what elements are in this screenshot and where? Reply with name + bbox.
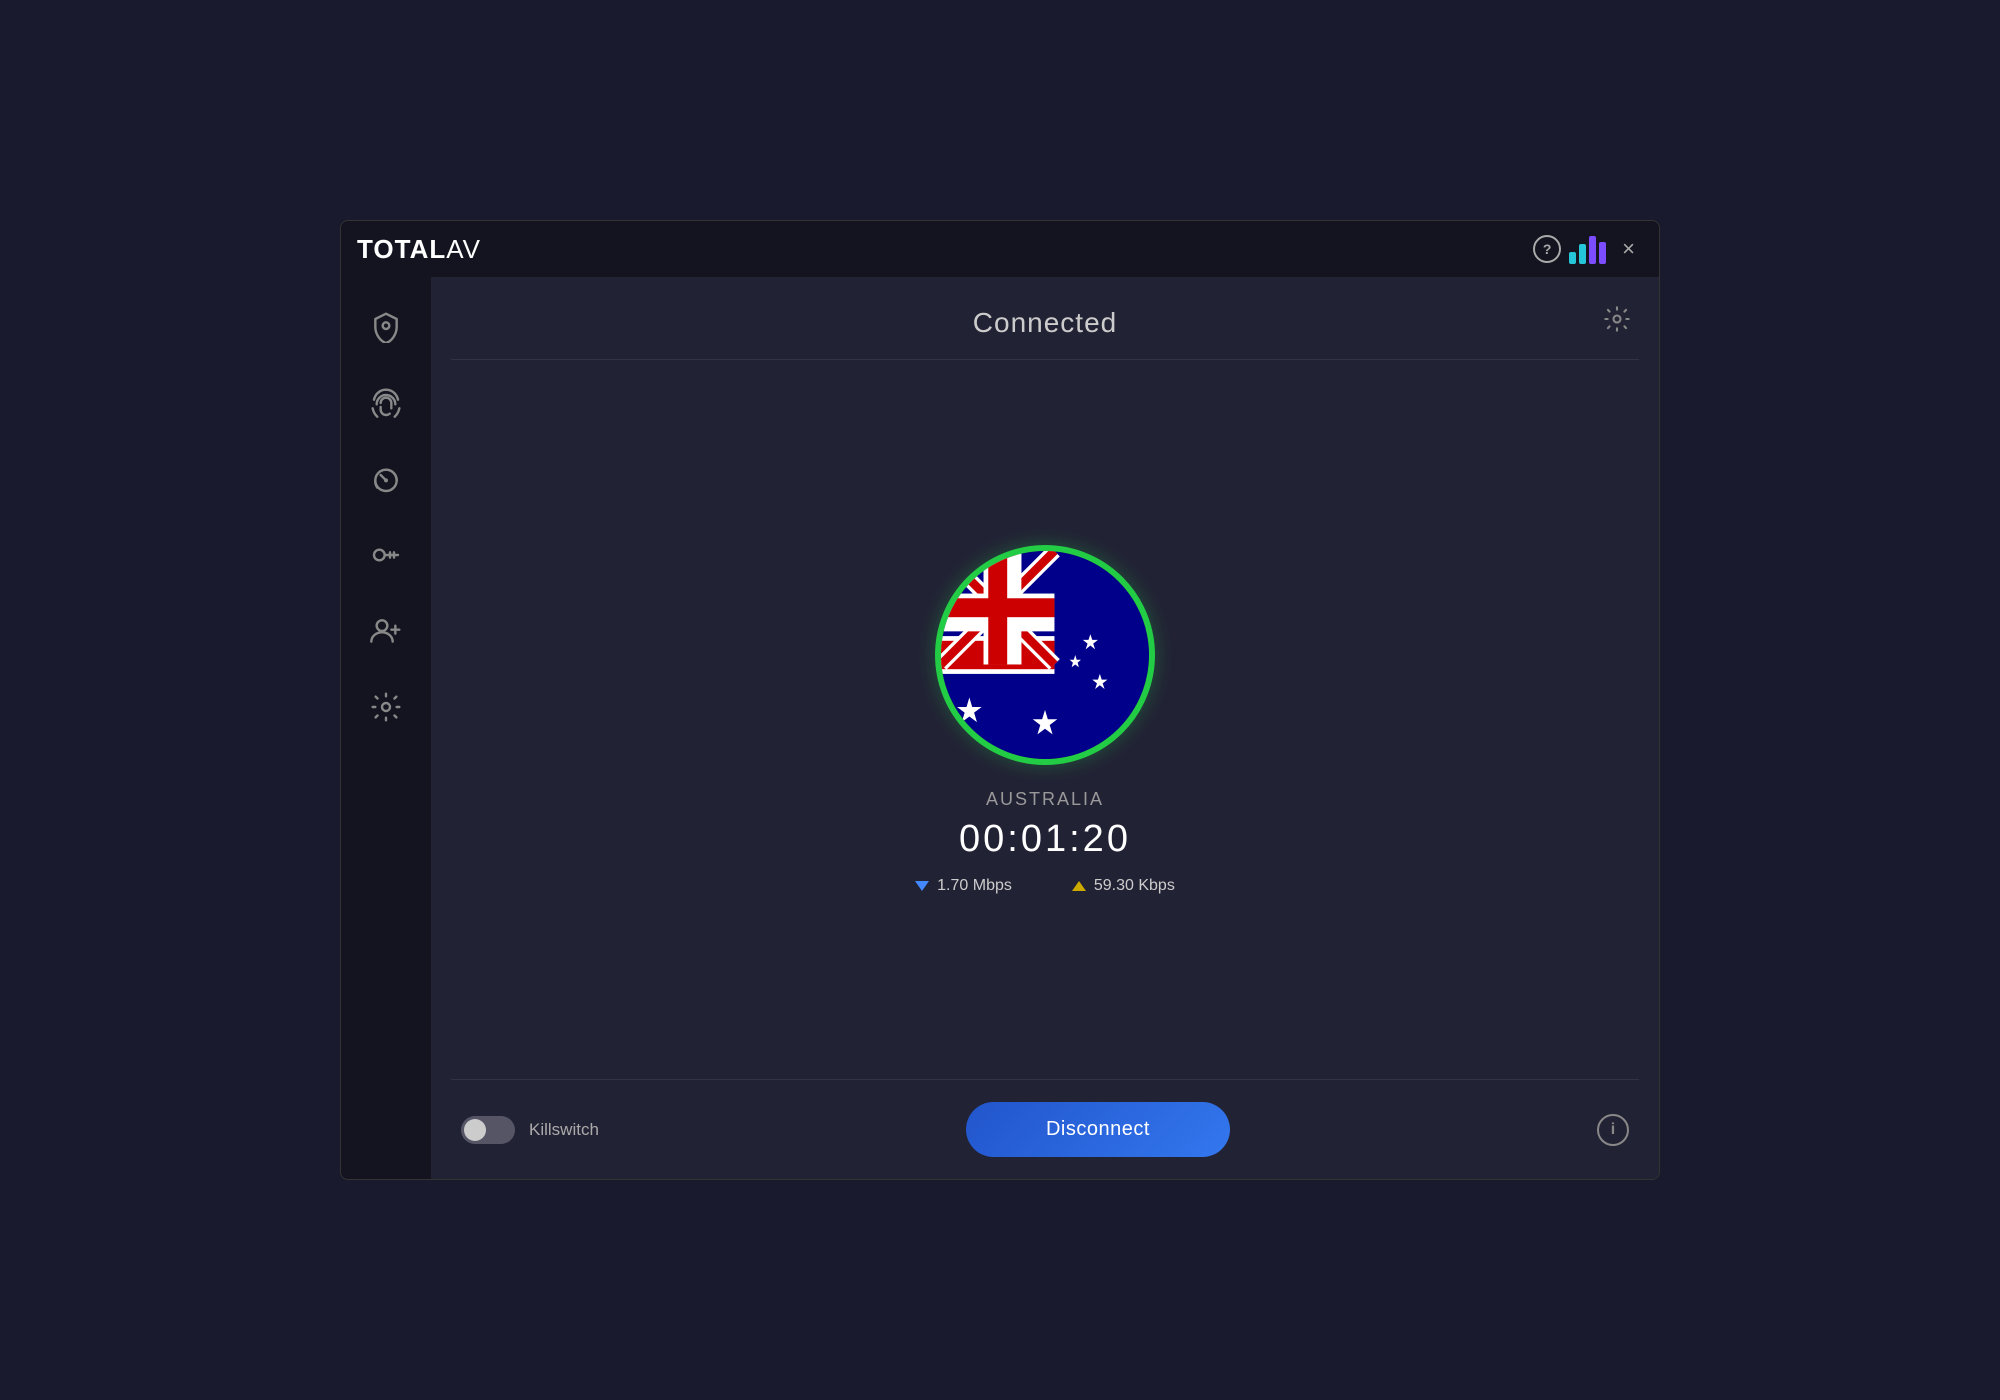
sidebar-item-scan[interactable] (356, 373, 416, 433)
vpn-bar-2 (1579, 244, 1586, 264)
shield-icon (370, 311, 402, 343)
killswitch-toggle[interactable] (461, 1116, 515, 1144)
toggle-knob (464, 1119, 486, 1141)
main-body: Connected (341, 277, 1659, 1179)
help-button[interactable]: ? (1533, 235, 1561, 263)
connection-timer: 00:01:20 (959, 818, 1131, 861)
sidebar-item-settings[interactable] (356, 677, 416, 737)
bottom-controls: Killswitch Disconnect i (431, 1080, 1659, 1179)
country-name: AUSTRALIA (986, 789, 1104, 810)
content-header: Connected (431, 277, 1659, 359)
download-speed-value: 1.70 Mbps (937, 877, 1012, 895)
title-bar-controls: ? × (1533, 232, 1643, 266)
content-area: Connected (431, 277, 1659, 1179)
sidebar-item-shield[interactable] (356, 297, 416, 357)
upload-speed: 59.30 Kbps (1072, 877, 1175, 895)
bottom-bar: Killswitch Disconnect i (431, 1079, 1659, 1179)
killswitch-area: Killswitch (461, 1116, 599, 1144)
app-logo: TOTAL AV (357, 234, 481, 265)
key-icon (370, 539, 402, 571)
upload-arrow-icon (1072, 881, 1086, 891)
download-arrow-icon (915, 881, 929, 891)
vpn-bar-4 (1599, 242, 1606, 264)
killswitch-label: Killswitch (529, 1120, 599, 1140)
country-info: AUSTRALIA 00:01:20 1.70 Mbps 59.30 Kbps (915, 789, 1175, 895)
speedometer-icon (370, 463, 402, 495)
title-bar: TOTAL AV ? × (341, 221, 1659, 277)
disconnect-button[interactable]: Disconnect (966, 1102, 1230, 1157)
app-window: TOTAL AV ? × (340, 220, 1660, 1180)
sidebar-item-passwords[interactable] (356, 525, 416, 585)
vpn-settings-button[interactable] (1599, 301, 1635, 337)
close-button[interactable]: × (1614, 232, 1643, 266)
gear-icon (1603, 305, 1631, 333)
australia-flag-svg (941, 551, 1149, 759)
settings-sidebar-icon (370, 691, 402, 723)
vpn-bar-1 (1569, 252, 1576, 264)
upload-speed-value: 59.30 Kbps (1094, 877, 1175, 895)
sidebar-item-speed[interactable] (356, 449, 416, 509)
info-button[interactable]: i (1597, 1114, 1629, 1146)
fingerprint-icon (370, 387, 402, 419)
speed-info: 1.70 Mbps 59.30 Kbps (915, 877, 1175, 895)
logo-av: AV (446, 234, 481, 265)
logo-total: TOTAL (357, 234, 446, 265)
sidebar (341, 277, 431, 1179)
connection-status: Connected (973, 307, 1117, 339)
vpn-icon-button[interactable] (1569, 234, 1606, 264)
add-user-icon (370, 615, 402, 647)
flag-area: AUSTRALIA 00:01:20 1.70 Mbps 59.30 Kbps (431, 360, 1659, 1079)
sidebar-item-adduser[interactable] (356, 601, 416, 661)
country-flag[interactable] (935, 545, 1155, 765)
vpn-bar-3 (1589, 236, 1596, 264)
vpn-bars-icon (1569, 234, 1606, 264)
download-speed: 1.70 Mbps (915, 877, 1012, 895)
